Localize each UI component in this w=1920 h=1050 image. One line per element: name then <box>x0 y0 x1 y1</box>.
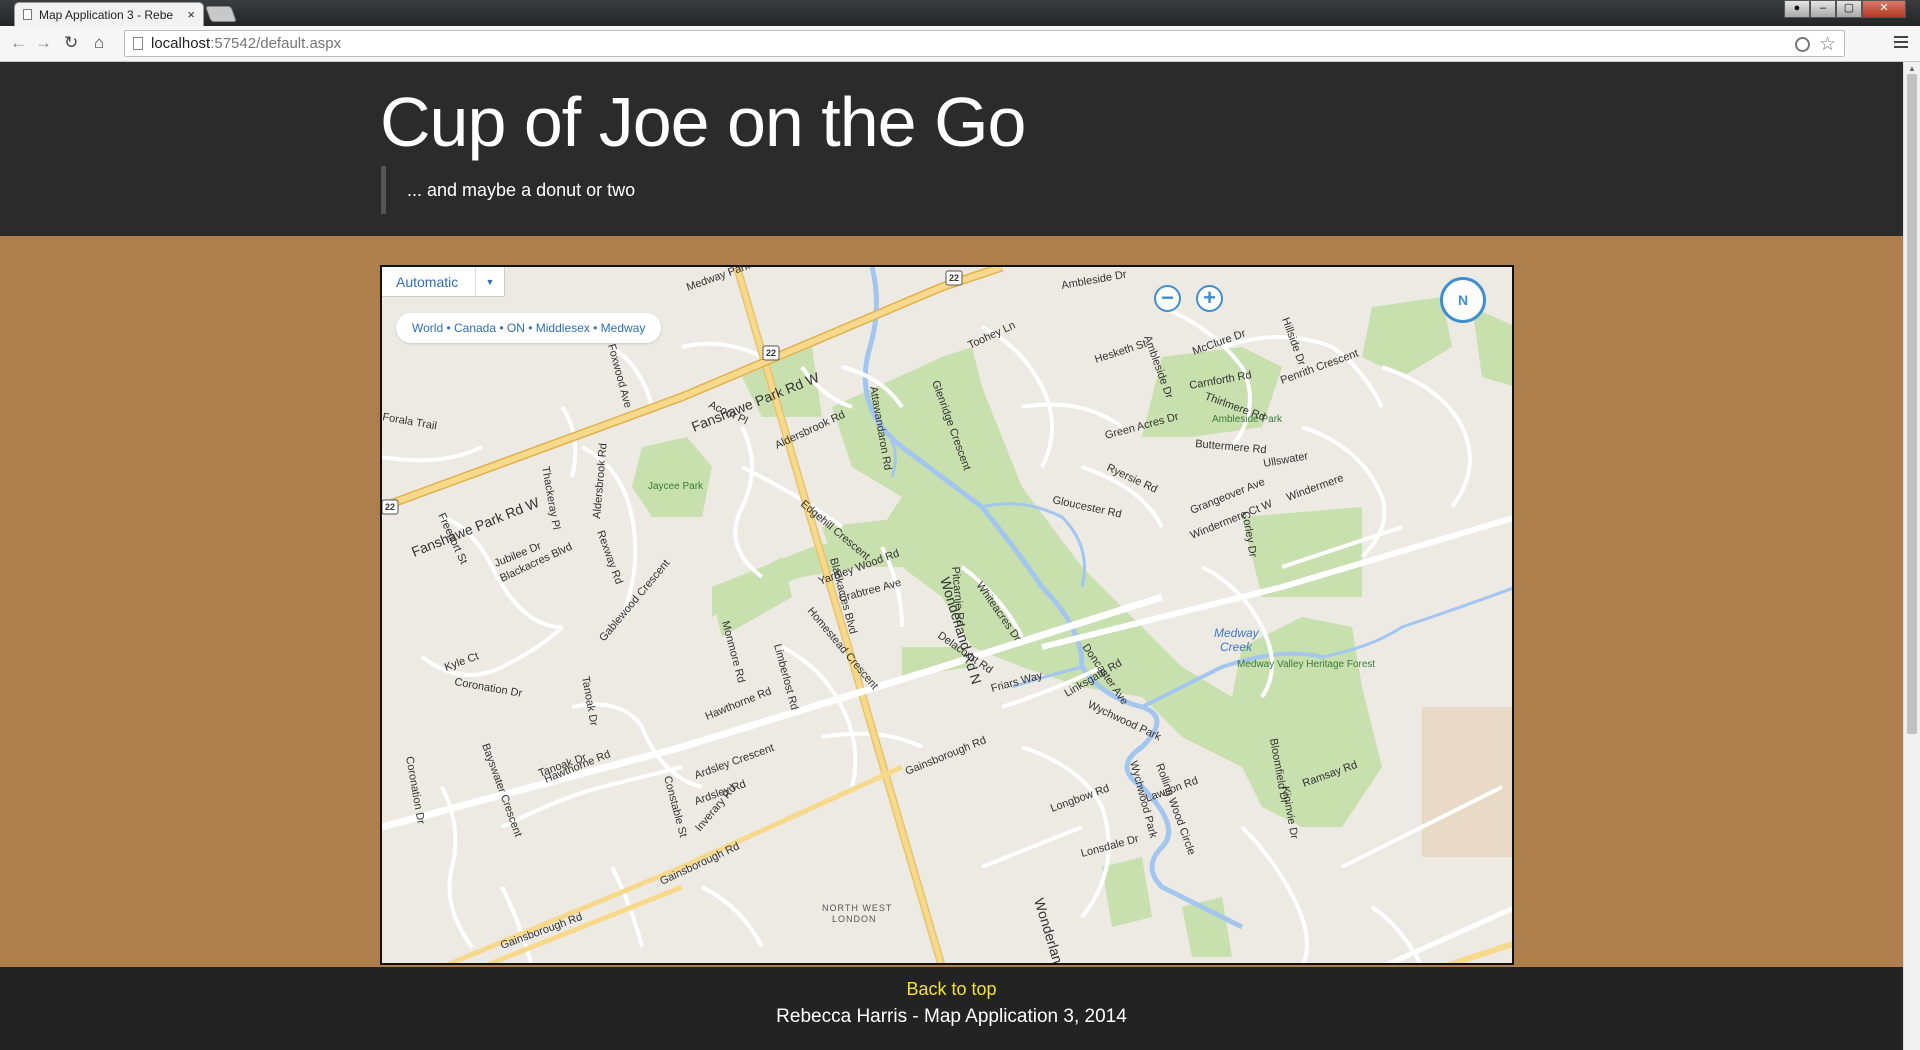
road-label: Thackeray Pl <box>539 465 562 530</box>
road-label: Ullswater <box>1262 450 1309 470</box>
location-icon[interactable] <box>1795 37 1810 52</box>
map-canvas[interactable]: 22 22 22 Jaycee Park Ambleside Park Medw… <box>382 267 1514 965</box>
scrollbar-thumb[interactable] <box>1907 74 1917 734</box>
browser-tab[interactable]: Map Application 3 - Rebe × <box>14 2 204 26</box>
back-to-top-link[interactable]: Back to top <box>0 979 1903 1000</box>
chevron-down-icon[interactable]: ▼ <box>476 267 504 296</box>
road-label: Hillside Dr <box>1279 316 1308 368</box>
site-tagline: ... and maybe a donut or two <box>381 166 635 214</box>
page-scrollbar[interactable]: ▲ <box>1903 62 1920 1050</box>
road-label: Hesketh St <box>1093 338 1148 366</box>
url-path: :57542/default.aspx <box>210 35 342 52</box>
road-label: Forala Trail <box>382 411 438 432</box>
area-label: LONDON <box>832 914 877 924</box>
road-label: Wonderland Rd <box>1031 896 1075 965</box>
map-style-label[interactable]: Automatic <box>382 267 476 296</box>
menu-icon[interactable] <box>1894 36 1908 51</box>
industrial-area <box>1422 707 1512 857</box>
site-title: Cup of Joe on the Go <box>380 83 1026 161</box>
site-footer: Back to top Rebecca Harris - Map Applica… <box>0 967 1903 1050</box>
road-label: Crabtree Ave <box>838 577 903 605</box>
reload-icon[interactable]: ↻ <box>64 34 78 52</box>
home-icon[interactable]: ⌂ <box>94 34 104 52</box>
road-label: Penrith Crescent <box>1279 348 1360 387</box>
area-label: NORTH WEST <box>822 903 892 913</box>
minimize-icon[interactable]: – <box>1810 0 1836 18</box>
close-tab-icon[interactable]: × <box>187 7 195 22</box>
page-icon <box>133 37 143 50</box>
road-label: Windermere <box>1285 472 1345 504</box>
address-bar[interactable]: localhost :57542/default.aspx ☆ <box>124 30 1845 57</box>
road-label: Monmore Rd <box>719 620 747 685</box>
zoom-out-icon[interactable]: − <box>1154 285 1181 312</box>
road-label: Coronation Dr <box>453 676 523 700</box>
scroll-up-icon[interactable]: ▲ <box>1908 64 1916 73</box>
road-label: Ambleside Dr <box>1060 269 1127 292</box>
footer-credit: Rebecca Harris - Map Application 3, 2014 <box>776 1006 1127 1027</box>
forward-arrow-icon[interactable]: → <box>35 34 52 52</box>
road-label: Tanoak Dr <box>579 675 600 727</box>
road-label: Gainsborough Rd <box>658 840 741 887</box>
back-arrow-icon[interactable]: ← <box>10 34 27 52</box>
road-label: Hawthorne Rd <box>704 685 774 722</box>
close-window-icon[interactable]: ✕ <box>1862 0 1906 18</box>
page-icon <box>23 9 32 20</box>
compass-icon[interactable]: N <box>1440 277 1486 323</box>
compass-label: N <box>1457 292 1469 308</box>
area-labels: NORTH WEST LONDON <box>822 903 892 924</box>
tab-title: Map Application 3 - Rebe <box>39 7 174 22</box>
park-label: Medway Valley Heritage Forest <box>1237 659 1375 670</box>
maximize-icon[interactable]: ▢ <box>1836 0 1862 18</box>
road-label: Foxwood Ave <box>605 343 634 410</box>
shield-22: 22 <box>385 502 395 512</box>
road-label: Rexway Rd <box>594 529 625 586</box>
park-label: Jaycee Park <box>648 481 704 492</box>
road-label: Constable St <box>661 775 689 839</box>
road-label: Buttermere Rd <box>1195 438 1267 456</box>
page-viewport: Cup of Joe on the Go ... and maybe a don… <box>0 62 1903 1050</box>
shield-22: 22 <box>766 348 776 358</box>
road-label: Friars Way <box>990 670 1045 695</box>
zoom-in-icon[interactable]: + <box>1196 285 1223 312</box>
user-icon[interactable]: ● <box>1784 0 1810 18</box>
site-header: Cup of Joe on the Go ... and maybe a don… <box>0 62 1903 236</box>
road-label: Coronation Dr <box>403 755 427 825</box>
road-label: Ardsley Crescent <box>693 742 776 782</box>
shield-22: 22 <box>949 273 959 283</box>
window-controls: ● – ▢ ✕ <box>1784 0 1906 18</box>
browser-titlebar: Map Application 3 - Rebe × ● – ▢ ✕ <box>0 0 1920 26</box>
road-label: Kyle Ct <box>443 650 480 673</box>
map-style-selector[interactable]: Automatic ▼ <box>382 267 505 297</box>
map-breadcrumb[interactable]: World • Canada • ON • Middlesex • Medway <box>396 313 662 343</box>
new-tab-button[interactable] <box>205 6 237 22</box>
road-label: Gainsborough Rd <box>904 734 988 777</box>
browser-toolbar: ← → ↻ ⌂ localhost :57542/default.aspx ☆ <box>0 26 1920 62</box>
map-view[interactable]: 22 22 22 Jaycee Park Ambleside Park Medw… <box>380 265 1514 965</box>
url-host: localhost <box>151 35 211 52</box>
creek-label: Medway <box>1214 626 1260 640</box>
bookmark-star-icon[interactable]: ☆ <box>1819 33 1836 56</box>
creek-label: Creek <box>1220 640 1253 654</box>
